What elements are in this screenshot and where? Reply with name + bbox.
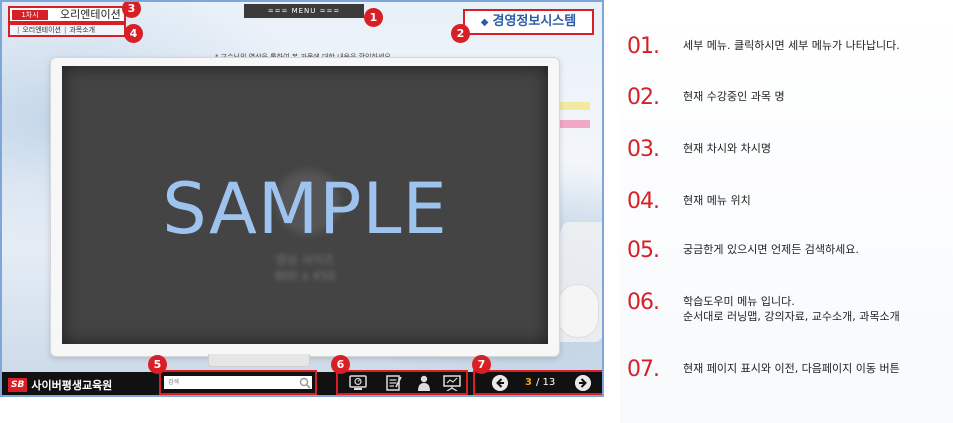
page-indicator: 3/ 13: [525, 375, 555, 391]
description-number: 01.: [627, 34, 660, 59]
person-icon[interactable]: [414, 375, 434, 391]
breadcrumb-separator: |: [17, 26, 20, 34]
monitor-icon[interactable]: [348, 375, 368, 391]
notes-icon[interactable]: [384, 375, 404, 391]
video-hint-line: 800 x 450: [274, 269, 336, 283]
breadcrumb: | 오리엔테이션 | 과목소개: [8, 23, 126, 37]
callout-badge-2: 2: [451, 24, 470, 43]
monitor-frame: SAMPLE 영상 사이즈 800 x 450: [50, 57, 560, 357]
breadcrumb-item: 오리엔테이션: [22, 26, 61, 34]
description-number: 03.: [627, 137, 660, 162]
callout-badge-4: 4: [124, 24, 143, 43]
description-text: 궁금한게 있으시면 언제든 검색하세요.: [683, 243, 859, 256]
page-navigation: 3/ 13: [473, 370, 602, 395]
video-screen[interactable]: SAMPLE 영상 사이즈 800 x 450: [62, 66, 548, 344]
course-title-text: 경영정보시스템: [492, 14, 577, 29]
description-text: 현재 페이지 표시와 이전, 다음페이지 이동 버튼: [683, 362, 900, 375]
description-number: 04.: [627, 189, 660, 214]
chapter-number-tag: 1차시: [12, 10, 48, 20]
breadcrumb-separator: |: [64, 26, 67, 34]
diamond-icon: ◆: [480, 17, 489, 28]
description-number: 07.: [627, 357, 660, 382]
prev-page-button[interactable]: [492, 375, 508, 391]
menu-button[interactable]: === MENU ===: [244, 4, 364, 18]
logo-text: 사이버평생교육원: [31, 379, 113, 392]
description-number: 05.: [627, 238, 660, 263]
next-page-button[interactable]: [575, 375, 591, 391]
description-line: 학습도우미 메뉴 입니다.: [683, 295, 795, 308]
chapter-title: 오리엔테이션: [60, 8, 121, 21]
chapter-indicator: 1차시 오리엔테이션: [8, 6, 126, 23]
course-title: ◆ 경영정보시스템: [463, 9, 594, 35]
description-text: 현재 차시와 차시명: [683, 142, 771, 155]
callout-badge-6: 6: [331, 355, 350, 374]
description-text: 현재 메뉴 위치: [683, 194, 751, 207]
description-number: 06.: [627, 290, 660, 315]
description-text: 현재 수강중인 과목 명: [683, 90, 785, 103]
description-number: 02.: [627, 85, 660, 110]
description-list: 01. 세부 메뉴. 클릭하시면 세부 메뉴가 나타납니다. 02. 현재 수강…: [620, 0, 953, 423]
learning-player: === MENU === 1차시 오리엔테이션 | 오리엔테이션 | 과목소개 ◆ 경영…: [0, 0, 604, 397]
search-input[interactable]: [164, 376, 312, 389]
page-total: / 13: [535, 377, 556, 388]
page-current: 3: [525, 377, 532, 388]
search-area: [159, 370, 317, 395]
bottom-toolbar: SB 사이버평생교육원 검색 3 / 13: [2, 370, 602, 395]
video-size-hint: 영상 사이즈 800 x 450: [62, 252, 548, 284]
logo-mark: SB: [8, 378, 28, 392]
search-icon[interactable]: [299, 377, 311, 389]
callout-badge-7: 7: [472, 355, 491, 374]
description-text: 학습도우미 메뉴 입니다. 순서대로 러닝맵, 강의자료, 교수소개, 과목소개: [683, 294, 953, 324]
presentation-icon[interactable]: [442, 375, 462, 391]
mouse-decoration: [557, 284, 599, 338]
description-line: 순서대로 러닝맵, 강의자료, 교수소개, 과목소개: [683, 310, 900, 323]
callout-badge-1: 1: [364, 8, 383, 27]
logo: SB 사이버평생교육원: [8, 378, 112, 394]
monitor-stand: [208, 354, 310, 367]
description-text: 세부 메뉴. 클릭하시면 세부 메뉴가 나타납니다.: [683, 39, 900, 52]
study-helper-menu: [336, 370, 468, 395]
breadcrumb-item: 과목소개: [69, 26, 96, 34]
video-hint-line: 영상 사이즈: [275, 253, 335, 267]
sample-watermark: SAMPLE: [162, 168, 448, 250]
callout-badge-5: 5: [148, 355, 167, 374]
